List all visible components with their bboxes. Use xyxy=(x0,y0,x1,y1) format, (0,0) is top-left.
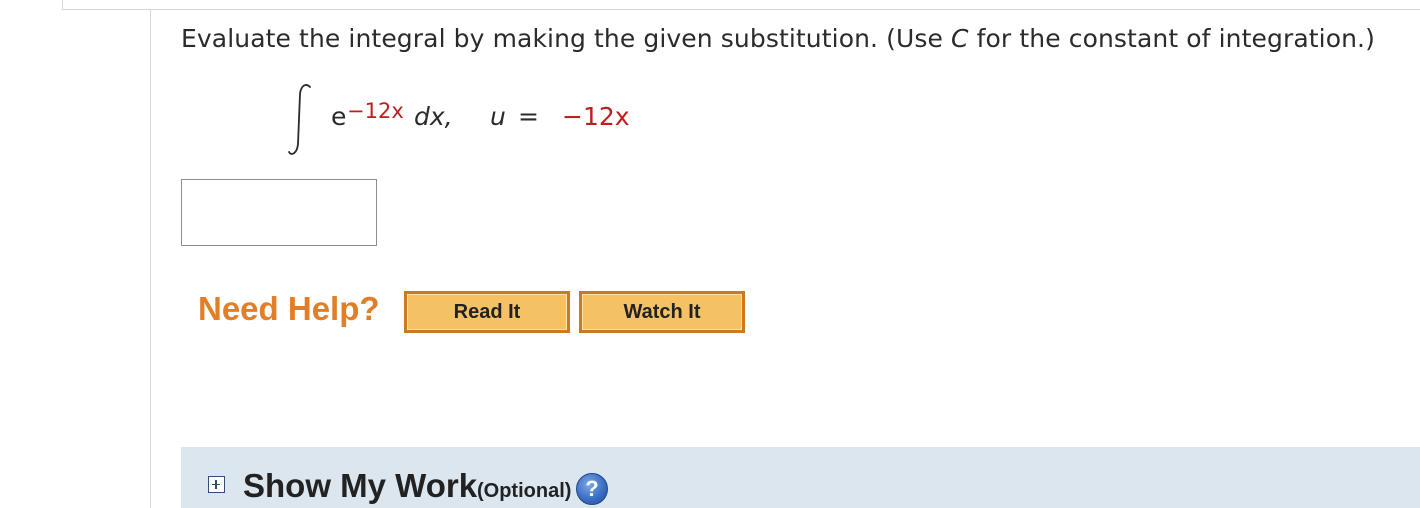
substitution-value: −12x xyxy=(562,102,630,131)
left-margin-rule xyxy=(150,9,151,508)
question-circle-icon[interactable]: ? xyxy=(576,473,608,505)
differential: dx, xyxy=(414,102,453,131)
plus-square-icon[interactable] xyxy=(208,476,225,493)
top-frame-border xyxy=(62,0,1420,10)
watch-it-label: Watch It xyxy=(582,294,742,330)
constant-variable: C xyxy=(951,24,969,53)
integrand-exponent: −12x xyxy=(347,99,404,123)
watch-it-button[interactable]: Watch It xyxy=(579,291,745,333)
show-my-work-optional: (Optional) xyxy=(477,480,572,502)
need-help-label: Need Help? xyxy=(198,290,380,327)
question-instructions: Evaluate the integral by making the give… xyxy=(181,24,1375,53)
read-it-button[interactable]: Read It xyxy=(404,291,570,333)
substitution-equals: = xyxy=(518,102,539,131)
instruction-text-start: Evaluate the integral by making the give… xyxy=(181,24,952,53)
integral-sign-icon xyxy=(288,84,311,155)
read-it-label: Read It xyxy=(407,294,567,330)
substitution-variable: u xyxy=(490,102,506,131)
answer-input[interactable] xyxy=(181,179,377,246)
instruction-text-end: for the constant of integration.) xyxy=(968,24,1375,53)
integrand-base: e xyxy=(331,102,347,131)
show-my-work-title[interactable]: Show My Work xyxy=(243,467,477,505)
